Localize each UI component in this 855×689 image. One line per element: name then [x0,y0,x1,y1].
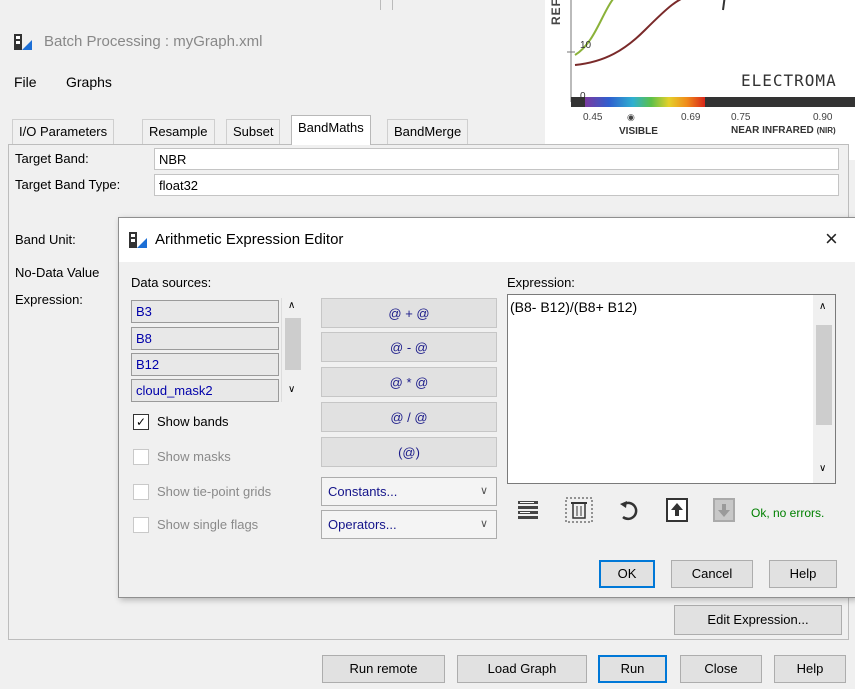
checkbox-icon [133,448,149,465]
close-icon[interactable]: × [825,226,838,252]
subtract-operator-button[interactable]: @ - @ [321,332,497,362]
scroll-down-icon[interactable]: ∨ [819,463,826,474]
target-band-label: Target Band: [15,151,89,166]
expression-scrollbar[interactable]: ∧ ∨ [813,295,835,483]
show-bands-label: Show bands [157,414,229,429]
expression-label: Expression: [15,292,83,307]
axis-tick-0: 0 [580,91,586,102]
tab-io-parameters[interactable]: I/O Parameters [12,119,115,144]
tab-bandmerge[interactable]: BandMerge [387,119,469,144]
constants-label: Constants... [328,484,398,499]
no-data-value-label: No-Data Value [15,265,100,280]
close-button[interactable]: Close [680,655,762,683]
refresh-icon[interactable] [617,499,641,523]
menu-graphs[interactable]: Graphs [66,74,112,90]
tab-bar: I/O Parameters Resample Subset BandMaths… [0,115,545,145]
visible-label: VISIBLE [619,126,658,137]
show-masks-label: Show masks [157,449,231,464]
export-icon [711,497,737,523]
dialog-help-button[interactable]: Help [769,560,837,588]
code-list-icon[interactable] [517,499,541,521]
arithmetic-expression-editor-dialog: Arithmetic Expression Editor × Data sour… [118,217,855,598]
operators-label: Operators... [328,517,397,532]
target-band-type-input[interactable]: float32 [154,174,839,196]
add-operator-button[interactable]: @ + @ [321,298,497,328]
load-graph-button[interactable]: Load Graph [457,655,587,683]
show-masks-checkbox[interactable]: Show masks [133,447,231,467]
electromagnetic-spectrum-graphic: REF 10 0 ELECTROMA 0.45 0.69 0.75 0.90 ◉… [545,0,855,160]
nir-label-text: NEAR INFRARED [731,125,814,136]
divide-operator-button[interactable]: @ / @ [321,402,497,432]
run-button[interactable]: Run [598,655,667,683]
show-single-flags-checkbox[interactable]: Show single flags [133,515,258,535]
data-sources-label: Data sources: [131,275,212,290]
snap-app-icon [14,34,32,50]
scrollbar-thumb[interactable] [285,318,301,370]
expression-textarea[interactable]: (B8- B12)/(B8+ B12) ∧ ∨ [507,294,836,484]
show-single-flags-label: Show single flags [157,517,259,532]
main-window-titlebar: Batch Processing : myGraph.xml [0,22,545,62]
run-remote-button[interactable]: Run remote [322,655,445,683]
tab-bandmaths[interactable]: BandMaths [291,115,371,145]
expression-editor-label: Expression: [507,275,575,290]
help-button[interactable]: Help [774,655,846,683]
validation-status: Ok, no errors. [751,506,825,520]
menu-bar: File Graphs [0,62,545,102]
axis-tick-10: 10 [580,40,592,51]
operators-dropdown[interactable]: Operators... ∨ [321,510,497,539]
band-unit-label: Band Unit: [15,232,76,247]
data-source-item[interactable]: cloud_mask2 [131,379,279,402]
checkbox-icon [133,483,149,500]
show-tie-point-grids-label: Show tie-point grids [157,484,272,499]
checkbox-icon [133,516,149,533]
target-band-input[interactable]: NBR [154,148,839,170]
show-bands-checkbox[interactable]: ✓ Show bands [133,412,229,432]
tick-0-45: 0.45 [583,112,603,123]
reflectance-axis-label: REF [549,0,563,25]
scroll-up-icon[interactable]: ∧ [819,301,826,312]
chevron-down-icon: ∨ [479,518,488,530]
data-source-item[interactable]: B8 [131,327,279,350]
cancel-button[interactable]: Cancel [671,560,753,588]
eye-icon: ◉ [627,112,635,122]
data-source-item[interactable]: B12 [131,353,279,376]
ok-button[interactable]: OK [599,560,655,588]
tab-subset[interactable]: Subset [226,119,281,144]
tick-0-90: 0.90 [813,112,833,123]
constants-dropdown[interactable]: Constants... ∨ [321,477,497,506]
dialog-title: Arithmetic Expression Editor [155,231,344,248]
dialog-titlebar: Arithmetic Expression Editor × [119,218,855,262]
scrollbar-thumb[interactable] [816,325,832,425]
menu-file[interactable]: File [14,74,37,90]
tick-0-69: 0.69 [681,112,701,123]
edit-expression-button[interactable]: Edit Expression... [674,605,842,635]
chevron-down-icon: ∨ [479,485,488,497]
nir-label: NEAR INFRARED (NIR) [731,125,836,136]
tick-0-75: 0.75 [731,112,751,123]
strip-segment [0,0,381,10]
data-source-item[interactable]: B3 [131,300,279,323]
target-band-type-label: Target Band Type: [15,177,121,192]
data-sources-scrollbar[interactable]: ∧ ∨ [281,298,304,402]
delete-icon[interactable] [565,497,593,523]
scroll-up-icon[interactable]: ∧ [288,300,295,311]
spectrum-title: ELECTROMA [741,71,837,90]
parentheses-operator-button[interactable]: (@) [321,437,497,467]
strip-segment [380,0,393,10]
multiply-operator-button[interactable]: @ * @ [321,367,497,397]
expression-text: (B8- B12)/(B8+ B12) [510,299,638,315]
snap-app-icon [129,232,147,248]
import-icon[interactable] [664,497,690,523]
checkbox-checked-icon: ✓ [133,413,149,430]
scroll-down-icon[interactable]: ∨ [288,384,295,395]
tab-resample[interactable]: Resample [142,119,215,144]
background-window-strip [0,0,545,23]
show-tie-point-grids-checkbox[interactable]: Show tie-point grids [133,482,271,502]
nir-abbrev-text: (NIR) [816,126,836,135]
window-title: Batch Processing : myGraph.xml [44,33,263,50]
